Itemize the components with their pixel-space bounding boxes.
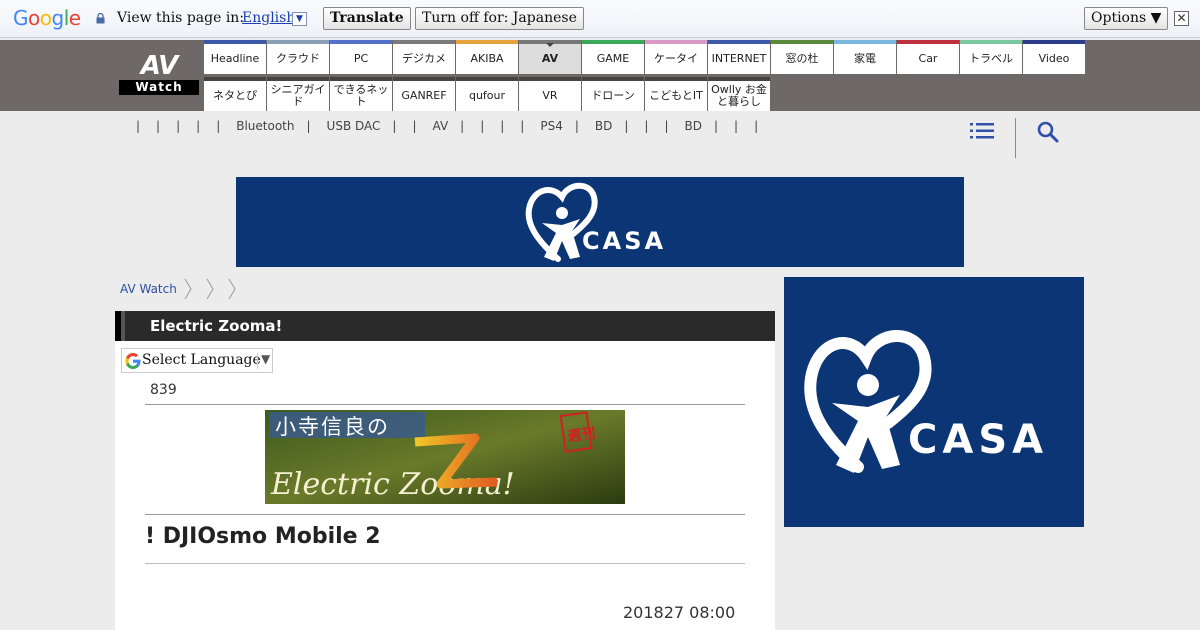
nav-game[interactable]: GAME [582,40,644,74]
menu-list-icon[interactable] [970,121,994,141]
subnav-separator: | [500,119,505,133]
nav-netatopi[interactable]: ネタとぴ [204,77,266,111]
nav-internet[interactable]: INTERNET [708,40,770,74]
subnav-separator: | [480,119,485,133]
subnav-separator: | [574,119,579,133]
svg-text:CASA: CASA [582,227,666,255]
nav-owlly[interactable]: Owlly お金と暮らし [708,77,770,111]
logo-watch: Watch [119,80,199,95]
subnav-separator: | [306,119,311,133]
options-button[interactable]: Options ▼ [1084,7,1169,30]
nav-av[interactable]: AV [519,40,581,74]
translate-button[interactable]: Translate [323,7,411,30]
search-icon[interactable] [1036,120,1060,144]
select-language-dropdown[interactable]: Select Language ▼ [121,348,273,373]
svg-text:CASA: CASA [908,417,1048,463]
breadcrumb-chevron-icon [184,278,192,300]
breadcrumb-chevron-icon [228,278,236,300]
nav-video[interactable]: Video [1023,40,1085,74]
issue-number: 839 [150,382,177,398]
subnav-separator: | [156,119,161,133]
article-date: 201827 08:00 [623,603,736,622]
header-divider [1015,118,1016,158]
main-nav-row-1: Headline クラウド PC デジカメ AKIBA AV GAME ケータイ… [204,40,1086,74]
google-logo: Google [13,6,81,30]
subnav-item[interactable]: BD [685,119,702,133]
subnav-item[interactable]: Bluetooth [236,119,294,133]
subnav-item[interactable]: BD [595,119,612,133]
casa-logo-banner: CASA [525,182,666,262]
nav-digicame[interactable]: デジカメ [393,40,455,74]
subnav-separator: | [664,119,669,133]
subnav-separator: | [412,119,417,133]
divider [145,404,745,405]
nav-drone[interactable]: ドローン [582,77,644,111]
nav-keitai[interactable]: ケータイ [645,40,707,74]
electric-zooma-banner: 小寺信良の Electric Zooma! 週刊 [265,410,625,504]
nav-travel[interactable]: トラベル [960,40,1022,74]
dropdown-arrow-icon: ▼ [261,352,271,366]
nav-kaden[interactable]: 家電 [834,40,896,74]
nav-akiba[interactable]: AKIBA [456,40,518,74]
subnav-separator: | [196,119,201,133]
select-language-label: Select Language [142,352,261,368]
subnav-separator: | [136,119,141,133]
subnav-separator: | [460,119,465,133]
subnav-separator: | [734,119,739,133]
google-g-icon [125,353,141,369]
subnav-item[interactable]: USB DAC [327,119,381,133]
nav-ganref[interactable]: GANREF [393,77,455,111]
subnav-separator: | [216,119,221,133]
subnav-separator: | [754,119,759,133]
divider [145,563,745,564]
breadcrumb: AV Watch [120,278,243,300]
subnav-item[interactable]: PS4 [540,119,563,133]
casa-logo-side: CASA [804,330,1048,473]
section-title: Electric Zooma! [150,317,283,335]
nav-car[interactable]: Car [897,40,959,74]
turn-off-button[interactable]: Turn off for: Japanese [415,7,584,30]
nav-vr[interactable]: VR [519,77,581,111]
view-page-label: View this page in: [117,10,245,26]
av-watch-logo[interactable]: AV Watch [119,52,199,96]
subnav-separator: | [624,119,629,133]
language-link[interactable]: English [242,10,295,26]
nav-pc[interactable]: PC [330,40,392,74]
main-nav-row-2: ネタとぴ シニアガイド できるネット GANREF qufour VR ドローン… [204,77,771,111]
nav-qufour[interactable]: qufour [456,77,518,111]
nav-cloud[interactable]: クラウド [267,40,329,74]
nav-madonomori[interactable]: 窓の杜 [771,40,833,74]
article: Electric Zooma! Select Language ▼ 839 小寺… [115,311,775,630]
breadcrumb-home[interactable]: AV Watch [120,282,177,296]
nav-headline[interactable]: Headline [204,40,266,74]
logo-av: AV [140,51,178,81]
subnav-separator: | [644,119,649,133]
section-header: Electric Zooma! [115,311,775,341]
subnav-separator: | [520,119,525,133]
subnav-item[interactable]: AV [433,119,449,133]
close-icon[interactable]: ✕ [1174,11,1189,26]
nav-senior-guide[interactable]: シニアガイド [267,77,329,111]
article-title: ! DJIOsmo Mobile 2 [145,524,381,549]
side-ad[interactable]: CASA [784,277,1084,527]
language-dropdown-icon[interactable]: ▼ [292,12,307,26]
nav-kodomo-to-it[interactable]: こどもとIT [645,77,707,111]
translate-bar: Google View this page in: English ▼ Tran… [0,0,1200,38]
sub-nav: | | | | | Bluetooth | USB DAC | | AV | | | | PS4 | BD | | | B… [136,119,774,133]
subnav-separator: | [176,119,181,133]
svg-text:小寺信良の: 小寺信良の [275,415,390,439]
divider [145,514,745,515]
breadcrumb-chevron-icon [206,278,214,300]
top-banner-ad[interactable]: CASA [236,177,964,267]
lock-icon [96,13,105,24]
subnav-separator: | [392,119,397,133]
subnav-separator: | [714,119,719,133]
nav-dekiru-net[interactable]: できるネット [330,77,392,111]
series-banner-image: 小寺信良の Electric Zooma! 週刊 [265,410,625,504]
